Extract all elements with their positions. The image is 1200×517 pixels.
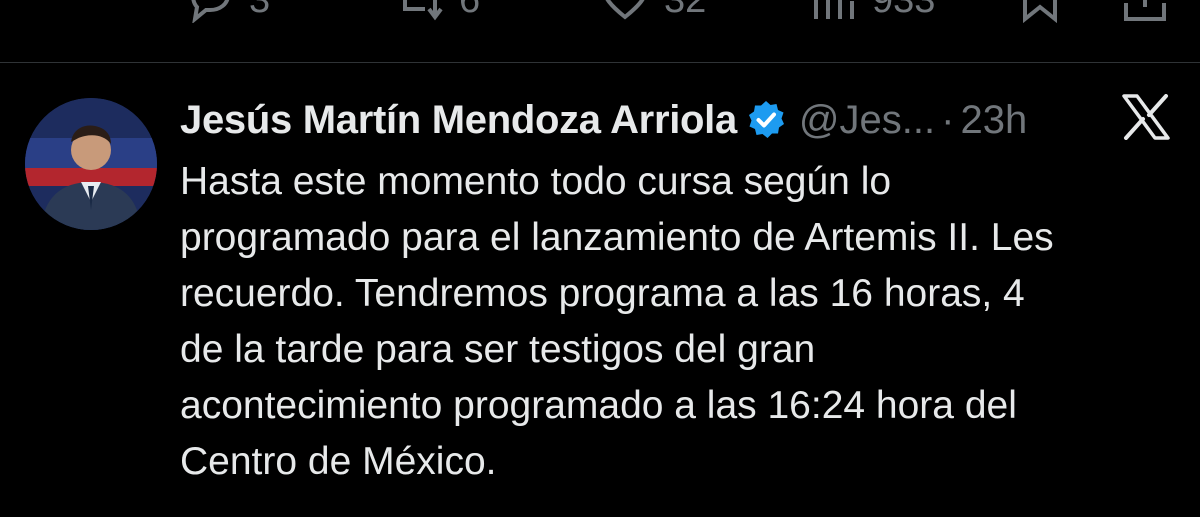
avatar[interactable] — [25, 98, 157, 230]
x-logo-icon — [1122, 94, 1170, 140]
reply-icon — [185, 0, 235, 28]
like-count: 32 — [664, 0, 706, 22]
retweet-button[interactable]: 6 — [395, 0, 480, 30]
reply-count: 3 — [249, 0, 270, 22]
heart-icon — [600, 0, 650, 28]
reply-button[interactable]: 3 — [185, 0, 270, 30]
retweet-count: 6 — [459, 0, 480, 22]
views-icon — [808, 0, 858, 28]
verified-badge-icon — [745, 99, 787, 141]
like-button[interactable]: 32 — [600, 0, 706, 30]
bookmark-button[interactable] — [1015, 0, 1065, 30]
share-icon — [1120, 0, 1170, 28]
views-button[interactable]: 933 — [808, 0, 935, 30]
timestamp[interactable]: 23h — [960, 98, 1027, 143]
handle[interactable]: @Jes... — [799, 98, 935, 143]
previous-tweet-action-bar: 3 6 32 933 — [0, 0, 1200, 30]
tweet-divider — [0, 62, 1200, 63]
bookmark-icon — [1015, 0, 1065, 28]
retweet-icon — [395, 0, 445, 28]
tweet-header: Jesús Martín Mendoza Arriola @Jes... · 2… — [180, 90, 1180, 150]
tweet-text: Hasta este momento todo cursa según lo p… — [180, 160, 1054, 483]
display-name[interactable]: Jesús Martín Mendoza Arriola — [180, 98, 737, 143]
dot-separator: · — [941, 97, 955, 142]
views-count: 933 — [872, 0, 935, 22]
share-button[interactable] — [1120, 0, 1170, 30]
